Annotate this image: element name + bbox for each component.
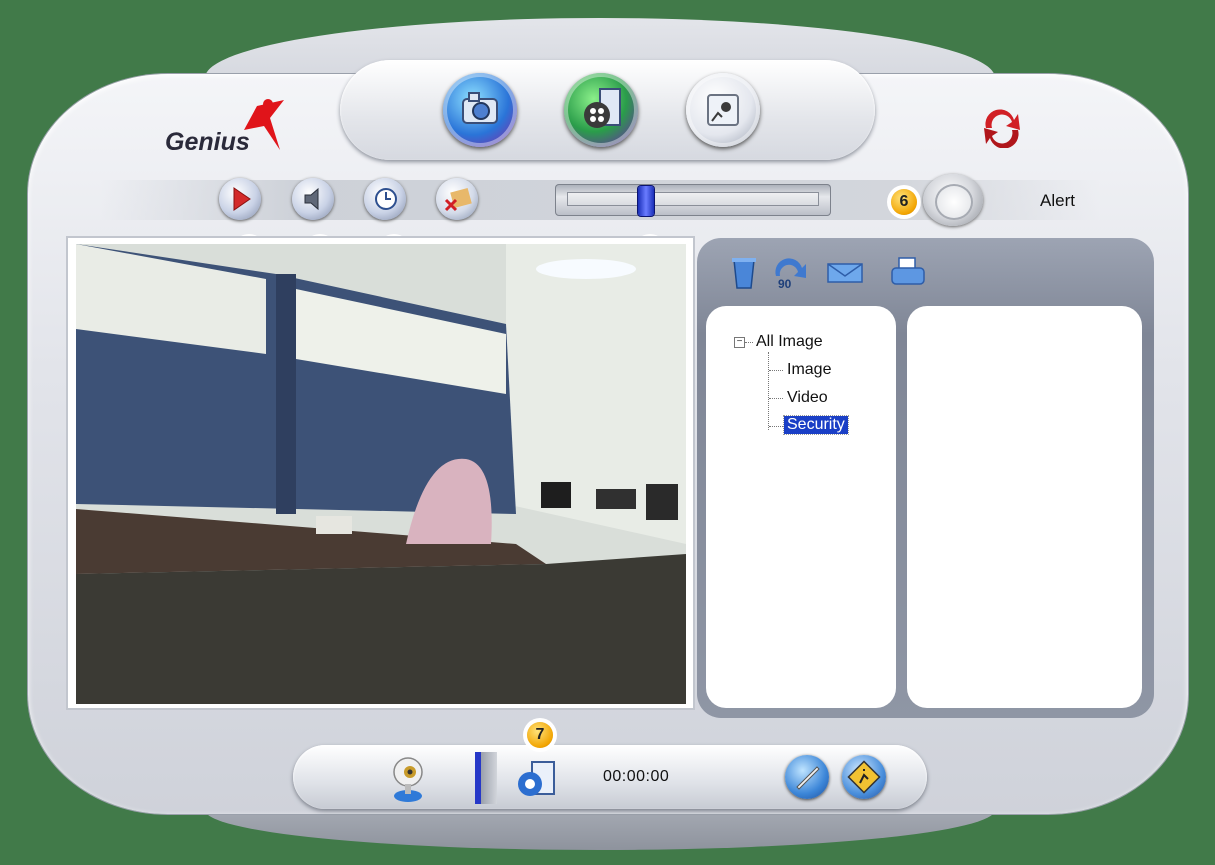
- rotate-90-label: 90: [778, 277, 792, 291]
- settings-wrench-icon: [796, 766, 820, 790]
- audio-level-meter: [475, 752, 497, 804]
- slider-thumb[interactable]: [637, 186, 654, 216]
- video-mode-button[interactable]: [564, 73, 638, 147]
- rotate-button[interactable]: 90: [770, 254, 808, 292]
- printer-icon: [891, 257, 925, 285]
- email-button[interactable]: [826, 254, 864, 292]
- sound-button[interactable]: [292, 178, 334, 220]
- tree-connector: [769, 426, 783, 427]
- image-list: [907, 306, 1142, 708]
- tree-connector: [769, 398, 783, 399]
- alert-label: Alert: [1040, 191, 1075, 210]
- play-icon: [233, 187, 251, 211]
- exit-icon: [847, 760, 881, 794]
- tree-connector-vertical: [768, 352, 769, 430]
- tree-connector: [745, 342, 753, 343]
- clock-icon: [375, 188, 397, 210]
- email-icon: [827, 263, 863, 283]
- tree-node-video[interactable]: Video: [787, 389, 828, 407]
- delete-icon: [444, 187, 472, 212]
- play-button[interactable]: [219, 178, 261, 220]
- delete-image-button[interactable]: [725, 254, 763, 292]
- exit-button[interactable]: [842, 755, 886, 799]
- video-record-icon[interactable]: [512, 752, 558, 804]
- camera-preview-image: [76, 244, 686, 704]
- tree-connector: [769, 370, 783, 371]
- speaker-icon: [304, 187, 319, 211]
- security-monitor-icon: [707, 94, 739, 126]
- webcam-icon[interactable]: [380, 752, 430, 804]
- trash-icon: [732, 258, 756, 289]
- tree-node-image[interactable]: Image: [787, 361, 831, 379]
- rotate-90-icon: 90: [775, 258, 806, 291]
- print-button[interactable]: [889, 254, 927, 292]
- film-reel-icon: [584, 88, 621, 128]
- callout-badge-7: 7: [527, 722, 553, 748]
- tree-collapse-toggle[interactable]: −: [734, 337, 745, 348]
- recording-timer: 00:00:00: [603, 768, 670, 785]
- tree-node-security[interactable]: Security: [783, 415, 849, 435]
- refresh-icon[interactable]: [978, 108, 1026, 148]
- slider-groove: [567, 192, 819, 206]
- schedule-button[interactable]: [364, 178, 406, 220]
- camera-mode-button[interactable]: [443, 73, 517, 147]
- settings-button[interactable]: [785, 755, 829, 799]
- callout-badge-6: 6: [891, 189, 917, 215]
- brand-name: Genius: [165, 128, 250, 156]
- security-mode-button[interactable]: [686, 73, 760, 147]
- delete-button[interactable]: [436, 178, 478, 220]
- tree-node-all-image[interactable]: All Image: [756, 333, 823, 351]
- alert-icon: [935, 184, 973, 220]
- camera-icon: [462, 92, 498, 124]
